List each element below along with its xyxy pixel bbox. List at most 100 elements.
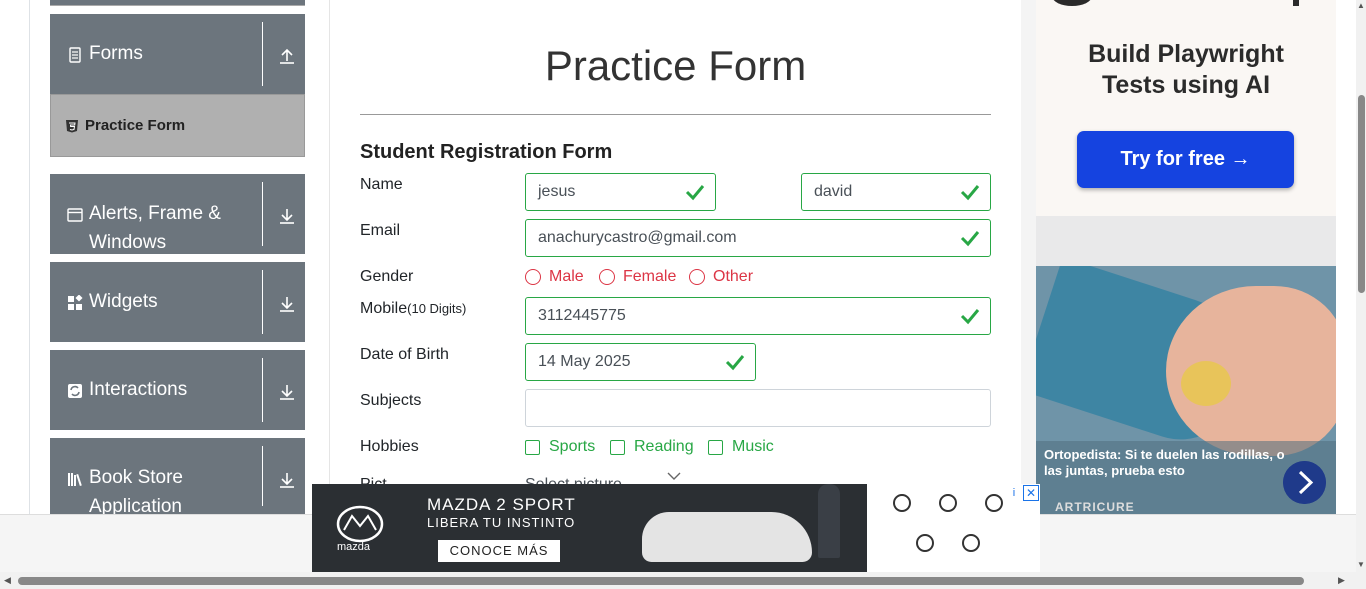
gender-option-label: Other [713,268,754,285]
ad-spacer [1036,216,1336,266]
last-name-input[interactable]: david [801,173,991,211]
first-name-value: jesus [538,183,576,200]
ad-info-icon[interactable]: i [1006,485,1022,501]
sidebar-group-label: Alerts, Frame & Windows [89,203,221,253]
chevron-right-icon[interactable] [1283,461,1326,504]
ad-line-1: MAZDA 2 SPORT [427,495,576,514]
valid-check-icon [685,185,705,201]
expand-down-icon[interactable] [278,471,296,489]
horizontal-scrollbar[interactable]: ◀ ▶ [0,572,1356,589]
scroll-left-icon[interactable]: ◀ [4,575,11,586]
gender-option-label: Female [623,268,677,285]
divider [262,22,263,86]
collapse-up-icon[interactable] [278,47,296,65]
radio-male[interactable] [525,269,541,285]
html5-icon [66,120,78,133]
name-label: Name [360,176,403,193]
sidebar-item-practice-form[interactable]: Practice Form [50,94,305,157]
expand-down-icon[interactable] [278,207,296,225]
feature-icon [939,494,957,512]
mobile-field[interactable]: 3112445775 [525,297,991,335]
ad-car-image [642,512,812,562]
sidebar-group-alerts[interactable]: Alerts, Frame & Windows [50,174,305,254]
try-for-free-button[interactable]: Try for free → [1077,131,1294,188]
divider [262,182,263,246]
ad-close-icon[interactable]: ✕ [1023,485,1039,501]
ad-mazda-banner[interactable]: mazda MAZDA 2 SPORT LIBERA TU INSTINTO C… [312,484,1040,574]
subjects-label: Subjects [360,392,422,409]
vertical-scroll-thumb[interactable] [1358,95,1365,293]
window-icon [67,208,83,222]
feature-icon [893,494,911,512]
mobile-label-text: Mobile [360,300,408,317]
hobby-option-label: Reading [634,438,694,455]
vertical-scrollbar[interactable]: ▲ ▼ [1356,0,1366,572]
scrollbar-corner [1356,572,1366,589]
ad-image-potato [1181,361,1231,406]
feature-icon [985,494,1003,512]
ad-person-image [818,484,840,558]
ad-headline: Build Playwright Tests using AI [1036,39,1336,101]
sidebar-item-label: Practice Form [85,117,186,134]
dob-label: Date of Birth [360,346,449,363]
scroll-right-icon[interactable]: ▶ [1338,575,1345,586]
sidebar-group-forms[interactable]: Forms [50,14,305,94]
checkbox-sports[interactable] [525,440,540,455]
scroll-up-icon[interactable]: ▲ [1357,2,1365,10]
ad-logo-shape [1293,0,1299,6]
email-value: anachurycastro@gmail.com [538,229,737,246]
interactions-icon [68,384,82,398]
dob-value: 14 May 2025 [538,353,631,370]
books-icon [68,473,82,487]
gender-option-label: Male [549,268,584,285]
divider [262,446,263,506]
checkbox-music[interactable] [708,440,723,455]
divider [262,270,263,334]
email-field[interactable]: anachurycastro@gmail.com [525,219,991,257]
ad-logo-shape [1052,0,1092,6]
title-divider [360,114,991,115]
radio-other[interactable] [689,269,705,285]
radio-female[interactable] [599,269,615,285]
chevron-down-icon[interactable] [667,471,681,481]
subjects-input[interactable] [525,389,991,427]
sidebar-group-stub[interactable] [50,0,305,6]
ad-headline-line: Build Playwright [1088,40,1284,68]
conoce-mas-button[interactable]: CONOCE MÁS [438,540,560,562]
date-of-birth-input[interactable]: 14 May 2025 [525,343,756,381]
hobby-option-label: Sports [549,438,596,455]
mobile-label-hint: (10 Digits) [407,301,467,316]
sidebar-group-interactions[interactable]: Interactions [50,350,305,430]
scroll-down-icon[interactable]: ▼ [1357,561,1365,569]
first-name-input[interactable]: jesus [525,173,716,211]
content-border [329,0,330,514]
valid-check-icon [960,231,980,247]
ad-playwright[interactable]: Build Playwright Tests using AI Try for … [1036,0,1336,216]
horizontal-scroll-thumb[interactable] [18,577,1304,585]
sidebar-group-label: Interactions [89,379,188,400]
expand-down-icon[interactable] [278,295,296,313]
page: Forms Practice Form Alerts, Frame & Wind… [0,0,1366,589]
mobile-value: 3112445775 [538,307,626,324]
page-title: Practice Form [544,42,807,89]
hobby-option-label: Music [732,438,774,455]
last-name-value: david [814,183,853,200]
hobbies-label: Hobbies [360,438,419,455]
divider [262,358,263,422]
ad-line-2: LIBERA TU INSTINTO [427,515,576,530]
checkbox-reading[interactable] [610,440,625,455]
sidebar-group-book-store[interactable]: Book Store Application [50,438,305,514]
mazda-wordmark: mazda [337,541,371,553]
valid-check-icon [960,185,980,201]
mobile-label: Mobile(10 Digits) [360,300,466,318]
form-title: Student Registration Form [360,141,613,163]
sidebar-group-widgets[interactable]: Widgets [50,262,305,342]
ad-artricure[interactable]: Ortopedista: Si te duelen las rodillas, … [1036,266,1336,514]
valid-check-icon [725,355,745,371]
valid-check-icon [960,309,980,325]
feature-icon [916,534,934,552]
expand-down-icon[interactable] [278,383,296,401]
email-label: Email [360,222,401,239]
sidebar-group-label: Widgets [89,291,158,312]
feature-icon [962,534,980,552]
